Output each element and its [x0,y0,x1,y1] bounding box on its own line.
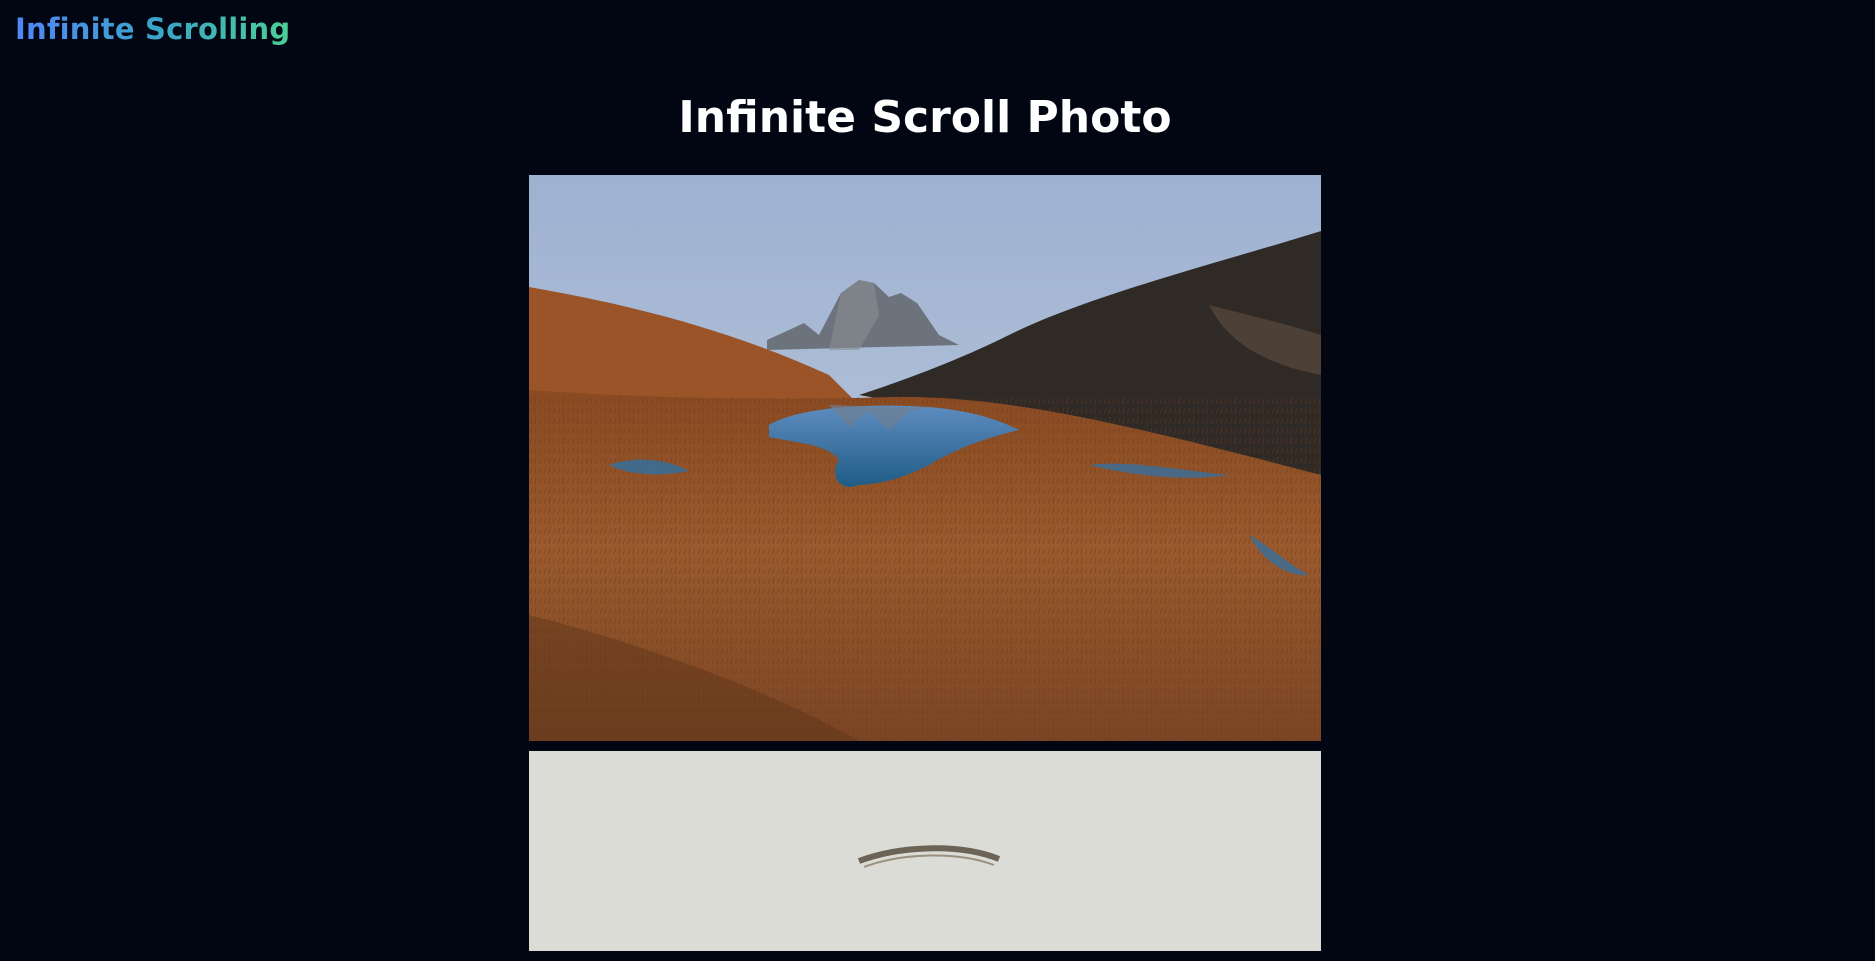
mountain-lake-photo [529,175,1321,741]
photo-card[interactable] [529,751,1321,951]
arch-object-photo [529,751,1321,951]
brand-logo[interactable]: Infinite Scrolling [15,12,290,46]
photo-card[interactable] [529,175,1321,741]
page-title: Infinite Scroll Photo [678,92,1172,143]
photo-feed [529,175,1321,961]
